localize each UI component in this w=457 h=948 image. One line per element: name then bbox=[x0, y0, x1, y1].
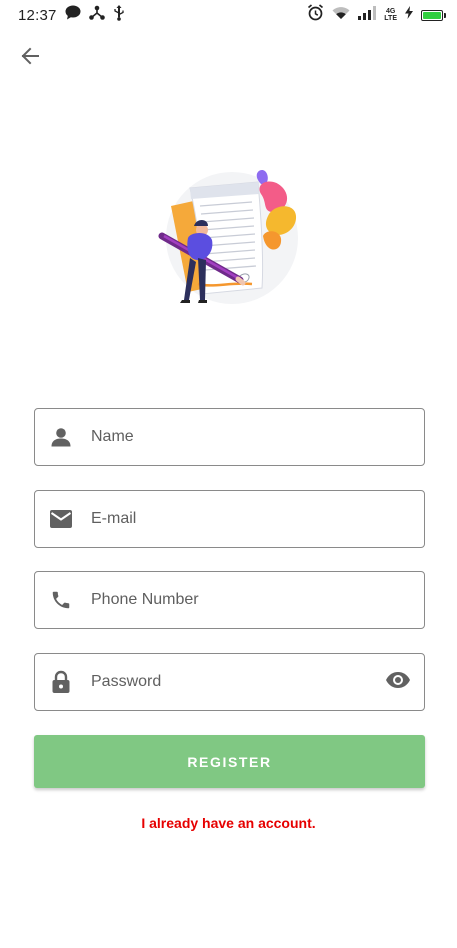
cellular-signal-icon bbox=[358, 5, 377, 25]
status-left: 12:37 bbox=[0, 4, 125, 26]
chat-icon bbox=[65, 5, 81, 25]
password-input[interactable] bbox=[91, 654, 384, 710]
password-visibility-toggle[interactable] bbox=[384, 668, 412, 696]
lock-icon bbox=[48, 669, 74, 695]
arrow-back-icon bbox=[20, 46, 40, 71]
person-icon bbox=[48, 424, 74, 450]
status-right: 4G LTE bbox=[307, 4, 457, 26]
name-field[interactable] bbox=[34, 408, 425, 466]
already-have-account-link[interactable]: I already have an account. bbox=[0, 815, 457, 831]
eye-icon bbox=[385, 671, 411, 694]
network-label-top: 4G bbox=[385, 8, 396, 15]
email-field[interactable] bbox=[34, 490, 425, 548]
alarm-icon bbox=[307, 4, 324, 26]
register-button[interactable]: REGISTER bbox=[34, 735, 425, 788]
email-input[interactable] bbox=[91, 491, 424, 547]
battery-icon bbox=[421, 9, 446, 21]
network-type: 4G LTE bbox=[384, 8, 397, 22]
charging-icon bbox=[405, 6, 413, 24]
phone-icon bbox=[48, 587, 74, 613]
mail-icon bbox=[48, 506, 74, 532]
usb-share-icon bbox=[88, 5, 105, 25]
status-time: 12:37 bbox=[18, 6, 57, 24]
phone-field[interactable] bbox=[34, 571, 425, 629]
name-input[interactable] bbox=[91, 409, 424, 465]
phone-input[interactable] bbox=[91, 572, 424, 628]
network-label-bottom: LTE bbox=[384, 15, 397, 22]
wifi-icon bbox=[332, 6, 350, 25]
back-button[interactable] bbox=[14, 42, 46, 74]
usb-icon bbox=[113, 4, 125, 26]
status-bar: 12:37 4G LTE bbox=[0, 0, 457, 30]
password-field[interactable] bbox=[34, 653, 425, 711]
battery-level bbox=[423, 11, 441, 19]
register-illustration bbox=[158, 166, 303, 311]
